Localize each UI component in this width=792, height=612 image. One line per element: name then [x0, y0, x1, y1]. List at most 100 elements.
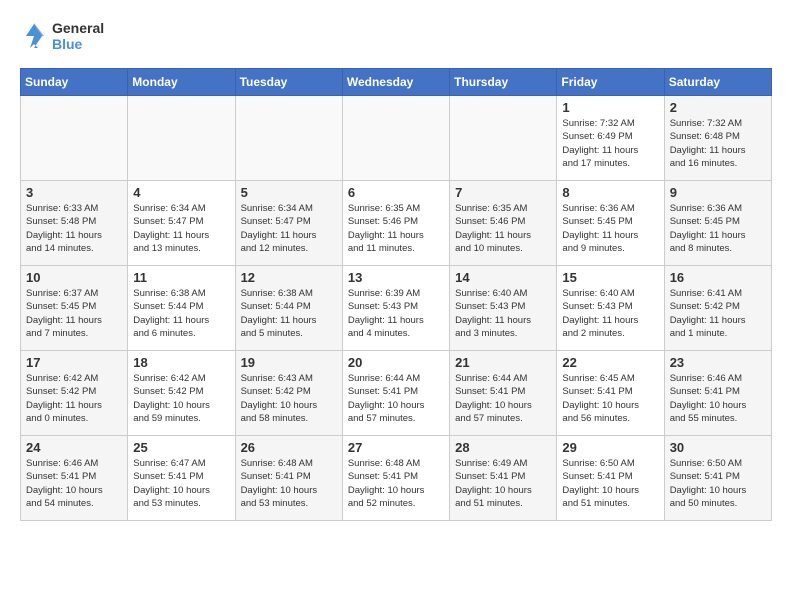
calendar-week-row: 24 Sunrise: 6:46 AM Sunset: 5:41 PM Dayli…	[21, 436, 772, 521]
weekday-header-monday: Monday	[128, 69, 235, 96]
day-number: 17	[26, 355, 122, 370]
calendar-cell: 20Sunrise: 6:44 AM Sunset: 5:41 PM Dayli…	[342, 351, 449, 436]
logo-icon	[20, 22, 48, 50]
calendar-cell: 25 Sunrise: 6:47 AM Sunset: 5:41 PM Dayli…	[128, 436, 235, 521]
day-info: Sunrise: 6:39 AM Sunset: 5:43 PM Dayligh…	[348, 287, 444, 340]
calendar-cell: 22 Sunrise: 6:45 AM Sunset: 5:41 PM Dayli…	[557, 351, 664, 436]
calendar-cell: 26 Sunrise: 6:48 AM Sunset: 5:41 PM Dayli…	[235, 436, 342, 521]
calendar-cell: 7 Sunrise: 6:35 AM Sunset: 5:46 PM Daylig…	[450, 181, 557, 266]
day-info: Sunrise: 6:36 AM Sunset: 5:45 PM Dayligh…	[562, 202, 658, 255]
day-number: 21	[455, 355, 551, 370]
weekday-header-row: SundayMondayTuesdayWednesdayThursdayFrid…	[21, 69, 772, 96]
calendar-cell: 3 Sunrise: 6:33 AM Sunset: 5:48 PM Daylig…	[21, 181, 128, 266]
day-info: Sunrise: 6:50 AM Sunset: 5:41 PM Dayligh…	[670, 457, 766, 510]
day-info: Sunrise: 6:37 AM Sunset: 5:45 PM Dayligh…	[26, 287, 122, 340]
day-info: Sunrise: 6:45 AM Sunset: 5:41 PM Dayligh…	[562, 372, 658, 425]
day-info: Sunrise: 6:44 AM Sunset: 5:41 PM Dayligh…	[348, 372, 444, 425]
page-header: General Blue	[20, 20, 772, 52]
weekday-header-wednesday: Wednesday	[342, 69, 449, 96]
day-info: Sunrise: 6:40 AM Sunset: 5:43 PM Dayligh…	[562, 287, 658, 340]
day-number: 23	[670, 355, 766, 370]
day-number: 9	[670, 185, 766, 200]
day-info: Sunrise: 6:43 AM Sunset: 5:42 PM Dayligh…	[241, 372, 337, 425]
day-number: 28	[455, 440, 551, 455]
day-info: Sunrise: 6:34 AM Sunset: 5:47 PM Dayligh…	[241, 202, 337, 255]
calendar-cell: 18Sunrise: 6:42 AM Sunset: 5:42 PM Dayli…	[128, 351, 235, 436]
day-info: Sunrise: 6:49 AM Sunset: 5:41 PM Dayligh…	[455, 457, 551, 510]
day-number: 1	[562, 100, 658, 115]
calendar-cell: 19 Sunrise: 6:43 AM Sunset: 5:42 PM Dayli…	[235, 351, 342, 436]
calendar-cell	[342, 96, 449, 181]
day-info: Sunrise: 6:48 AM Sunset: 5:41 PM Dayligh…	[241, 457, 337, 510]
day-number: 15	[562, 270, 658, 285]
day-info: Sunrise: 7:32 AM Sunset: 6:48 PM Dayligh…	[670, 117, 766, 170]
day-info: Sunrise: 6:36 AM Sunset: 5:45 PM Dayligh…	[670, 202, 766, 255]
calendar-week-row: 3 Sunrise: 6:33 AM Sunset: 5:48 PM Daylig…	[21, 181, 772, 266]
day-info: Sunrise: 6:34 AM Sunset: 5:47 PM Dayligh…	[133, 202, 229, 255]
calendar-cell: 15 Sunrise: 6:40 AM Sunset: 5:43 PM Dayli…	[557, 266, 664, 351]
logo-text-general: General	[52, 20, 104, 36]
day-number: 19	[241, 355, 337, 370]
calendar-cell	[450, 96, 557, 181]
day-number: 24	[26, 440, 122, 455]
day-info: Sunrise: 6:44 AM Sunset: 5:41 PM Dayligh…	[455, 372, 551, 425]
day-number: 26	[241, 440, 337, 455]
day-info: Sunrise: 6:41 AM Sunset: 5:42 PM Dayligh…	[670, 287, 766, 340]
calendar-cell: 2 Sunrise: 7:32 AM Sunset: 6:48 PM Daylig…	[664, 96, 771, 181]
day-info: Sunrise: 6:47 AM Sunset: 5:41 PM Dayligh…	[133, 457, 229, 510]
calendar-cell: 14Sunrise: 6:40 AM Sunset: 5:43 PM Dayli…	[450, 266, 557, 351]
day-number: 27	[348, 440, 444, 455]
calendar-cell: 4 Sunrise: 6:34 AM Sunset: 5:47 PM Daylig…	[128, 181, 235, 266]
day-number: 4	[133, 185, 229, 200]
day-info: Sunrise: 6:46 AM Sunset: 5:41 PM Dayligh…	[26, 457, 122, 510]
calendar-week-row: 17 Sunrise: 6:42 AM Sunset: 5:42 PM Dayli…	[21, 351, 772, 436]
calendar-cell: 9 Sunrise: 6:36 AM Sunset: 5:45 PM Daylig…	[664, 181, 771, 266]
day-info: Sunrise: 7:32 AM Sunset: 6:49 PM Dayligh…	[562, 117, 658, 170]
day-number: 8	[562, 185, 658, 200]
day-info: Sunrise: 6:50 AM Sunset: 5:41 PM Dayligh…	[562, 457, 658, 510]
calendar-cell: 1 Sunrise: 7:32 AM Sunset: 6:49 PM Daylig…	[557, 96, 664, 181]
day-info: Sunrise: 6:35 AM Sunset: 5:46 PM Dayligh…	[348, 202, 444, 255]
day-info: Sunrise: 6:38 AM Sunset: 5:44 PM Dayligh…	[133, 287, 229, 340]
day-number: 13	[348, 270, 444, 285]
calendar-cell: 17 Sunrise: 6:42 AM Sunset: 5:42 PM Dayli…	[21, 351, 128, 436]
calendar-cell: 8 Sunrise: 6:36 AM Sunset: 5:45 PM Daylig…	[557, 181, 664, 266]
calendar-cell: 6 Sunrise: 6:35 AM Sunset: 5:46 PM Daylig…	[342, 181, 449, 266]
weekday-header-thursday: Thursday	[450, 69, 557, 96]
day-number: 14	[455, 270, 551, 285]
day-number: 25	[133, 440, 229, 455]
weekday-header-tuesday: Tuesday	[235, 69, 342, 96]
day-number: 30	[670, 440, 766, 455]
day-number: 6	[348, 185, 444, 200]
calendar-cell: 28 Sunrise: 6:49 AM Sunset: 5:41 PM Dayli…	[450, 436, 557, 521]
calendar-cell: 16 Sunrise: 6:41 AM Sunset: 5:42 PM Dayli…	[664, 266, 771, 351]
day-number: 12	[241, 270, 337, 285]
calendar-cell	[128, 96, 235, 181]
day-number: 22	[562, 355, 658, 370]
day-info: Sunrise: 6:42 AM Sunset: 5:42 PM Dayligh…	[133, 372, 229, 425]
calendar-cell: 12 Sunrise: 6:38 AM Sunset: 5:44 PM Dayli…	[235, 266, 342, 351]
calendar-cell: 30 Sunrise: 6:50 AM Sunset: 5:41 PM Dayli…	[664, 436, 771, 521]
day-info: Sunrise: 6:35 AM Sunset: 5:46 PM Dayligh…	[455, 202, 551, 255]
weekday-header-friday: Friday	[557, 69, 664, 96]
weekday-header-saturday: Saturday	[664, 69, 771, 96]
calendar-cell: 24 Sunrise: 6:46 AM Sunset: 5:41 PM Dayli…	[21, 436, 128, 521]
weekday-header-sunday: Sunday	[21, 69, 128, 96]
day-number: 10	[26, 270, 122, 285]
day-number: 11	[133, 270, 229, 285]
day-number: 2	[670, 100, 766, 115]
day-info: Sunrise: 6:33 AM Sunset: 5:48 PM Dayligh…	[26, 202, 122, 255]
day-number: 16	[670, 270, 766, 285]
calendar-cell	[235, 96, 342, 181]
day-number: 3	[26, 185, 122, 200]
day-info: Sunrise: 6:38 AM Sunset: 5:44 PM Dayligh…	[241, 287, 337, 340]
calendar-cell: 27 Sunrise: 6:48 AM Sunset: 5:41 PM Dayli…	[342, 436, 449, 521]
calendar-table: SundayMondayTuesdayWednesdayThursdayFrid…	[20, 68, 772, 521]
calendar-cell: 13 Sunrise: 6:39 AM Sunset: 5:43 PM Dayli…	[342, 266, 449, 351]
day-info: Sunrise: 6:48 AM Sunset: 5:41 PM Dayligh…	[348, 457, 444, 510]
day-info: Sunrise: 6:46 AM Sunset: 5:41 PM Dayligh…	[670, 372, 766, 425]
day-info: Sunrise: 6:42 AM Sunset: 5:42 PM Dayligh…	[26, 372, 122, 425]
day-number: 29	[562, 440, 658, 455]
day-number: 5	[241, 185, 337, 200]
day-number: 7	[455, 185, 551, 200]
